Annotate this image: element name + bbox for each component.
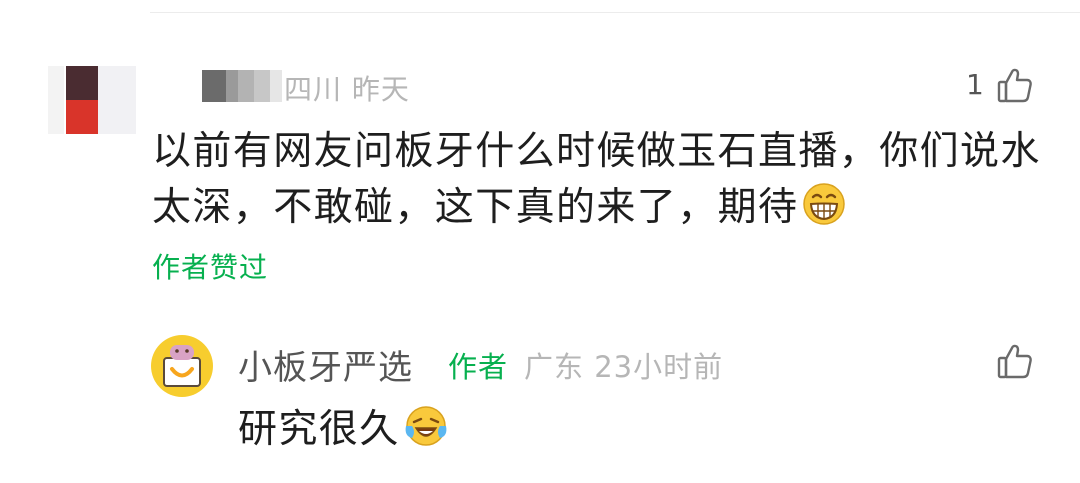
reply-time: 23小时前 (594, 350, 724, 384)
author-tag: 作者 (448, 350, 509, 384)
crying-laughing-face-icon (404, 404, 448, 448)
comment-location: 四川 (284, 73, 343, 106)
commenter-avatar[interactable] (48, 66, 136, 134)
comment-time: 昨天 (351, 73, 410, 106)
reply-thumbs-up-icon[interactable] (996, 342, 1034, 380)
reply-author-name[interactable]: 小板牙严选 (238, 340, 413, 389)
commenter-name-blurred[interactable] (202, 70, 282, 102)
reply-body: 研究很久 (238, 404, 448, 456)
comment-meta: 四川 昨天 (284, 68, 410, 108)
reply-text: 研究很久 (238, 407, 400, 452)
reply-location: 广东 (524, 350, 585, 384)
comment-body: 以前有网友问板牙什么时候做玉石直播，你们说水太深，不敢碰，这下真的来了，期待 (152, 124, 1052, 236)
comment-text: 以前有网友问板牙什么时候做玉石直播，你们说水太深，不敢碰，这下真的来了，期待 (152, 129, 1041, 230)
author-liked-label: 作者赞过 (152, 251, 269, 284)
reply-meta: 广东 23小时前 (524, 344, 723, 386)
grinning-face-icon (802, 182, 846, 226)
comment-like-count: 1 (966, 68, 984, 101)
thumbs-up-icon[interactable] (996, 66, 1034, 104)
author-avatar[interactable] (150, 334, 214, 398)
top-divider (150, 12, 1080, 13)
